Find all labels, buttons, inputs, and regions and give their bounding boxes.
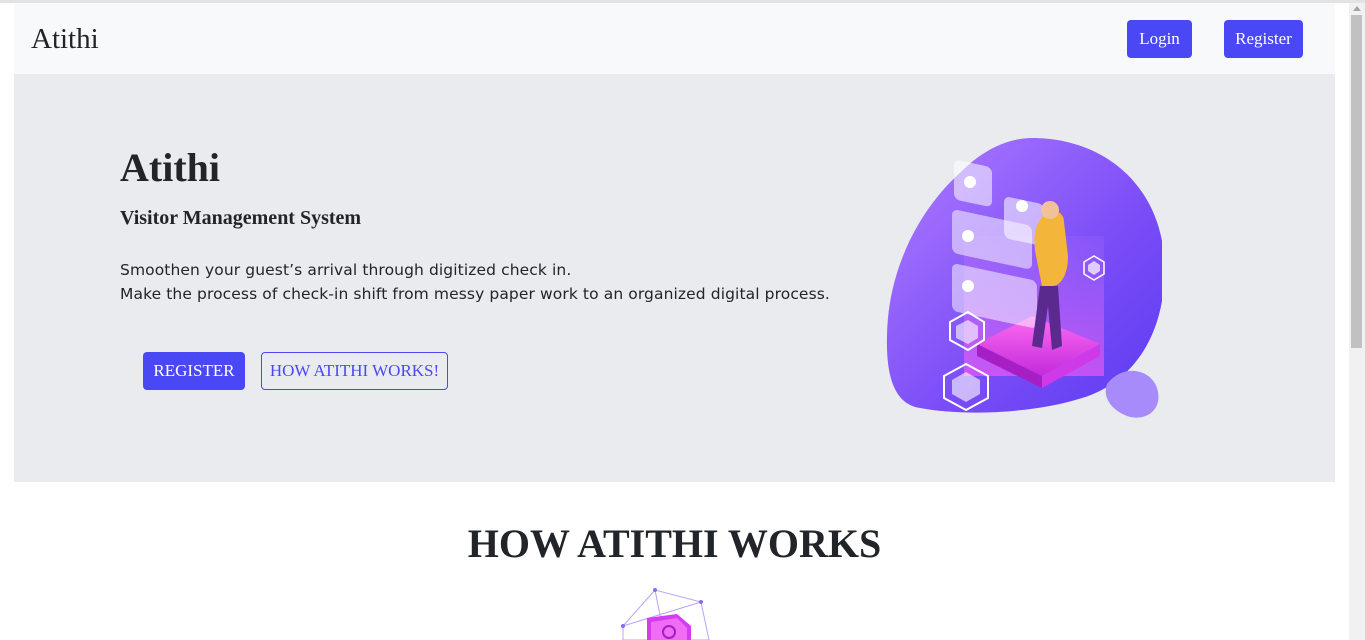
hero-title: Atithi	[120, 145, 220, 190]
navbar-brand[interactable]: Atithi	[31, 23, 99, 55]
hero-register-button[interactable]: REGISTER	[143, 352, 245, 390]
hero-section: Atithi Visitor Management System Smoothe…	[14, 74, 1335, 482]
scroll-up-arrow-icon[interactable]	[1353, 6, 1361, 11]
isometric-device-illustration	[621, 588, 710, 640]
hero-subtitle: Visitor Management System	[120, 207, 362, 229]
login-button[interactable]: Login	[1127, 20, 1192, 58]
vertical-scrollbar[interactable]	[1349, 3, 1365, 640]
how-it-works-title: HOW ATITHI WORKS	[467, 521, 882, 566]
person-with-floating-cards-illustration	[886, 138, 1162, 418]
hero-description-line-1: Smoothen your guest’s arrival through di…	[120, 261, 572, 279]
hero-description: Smoothen your guest’s arrival through di…	[120, 258, 830, 306]
scrollbar-thumb[interactable]	[1351, 15, 1362, 348]
navbar: Atithi Login Register	[14, 3, 1335, 74]
register-nav-button[interactable]: Register	[1224, 20, 1303, 58]
hero-description-line-2: Make the process of check-in shift from …	[120, 285, 830, 303]
how-atithi-works-button[interactable]: HOW ATITHI WORKS!	[261, 352, 448, 390]
